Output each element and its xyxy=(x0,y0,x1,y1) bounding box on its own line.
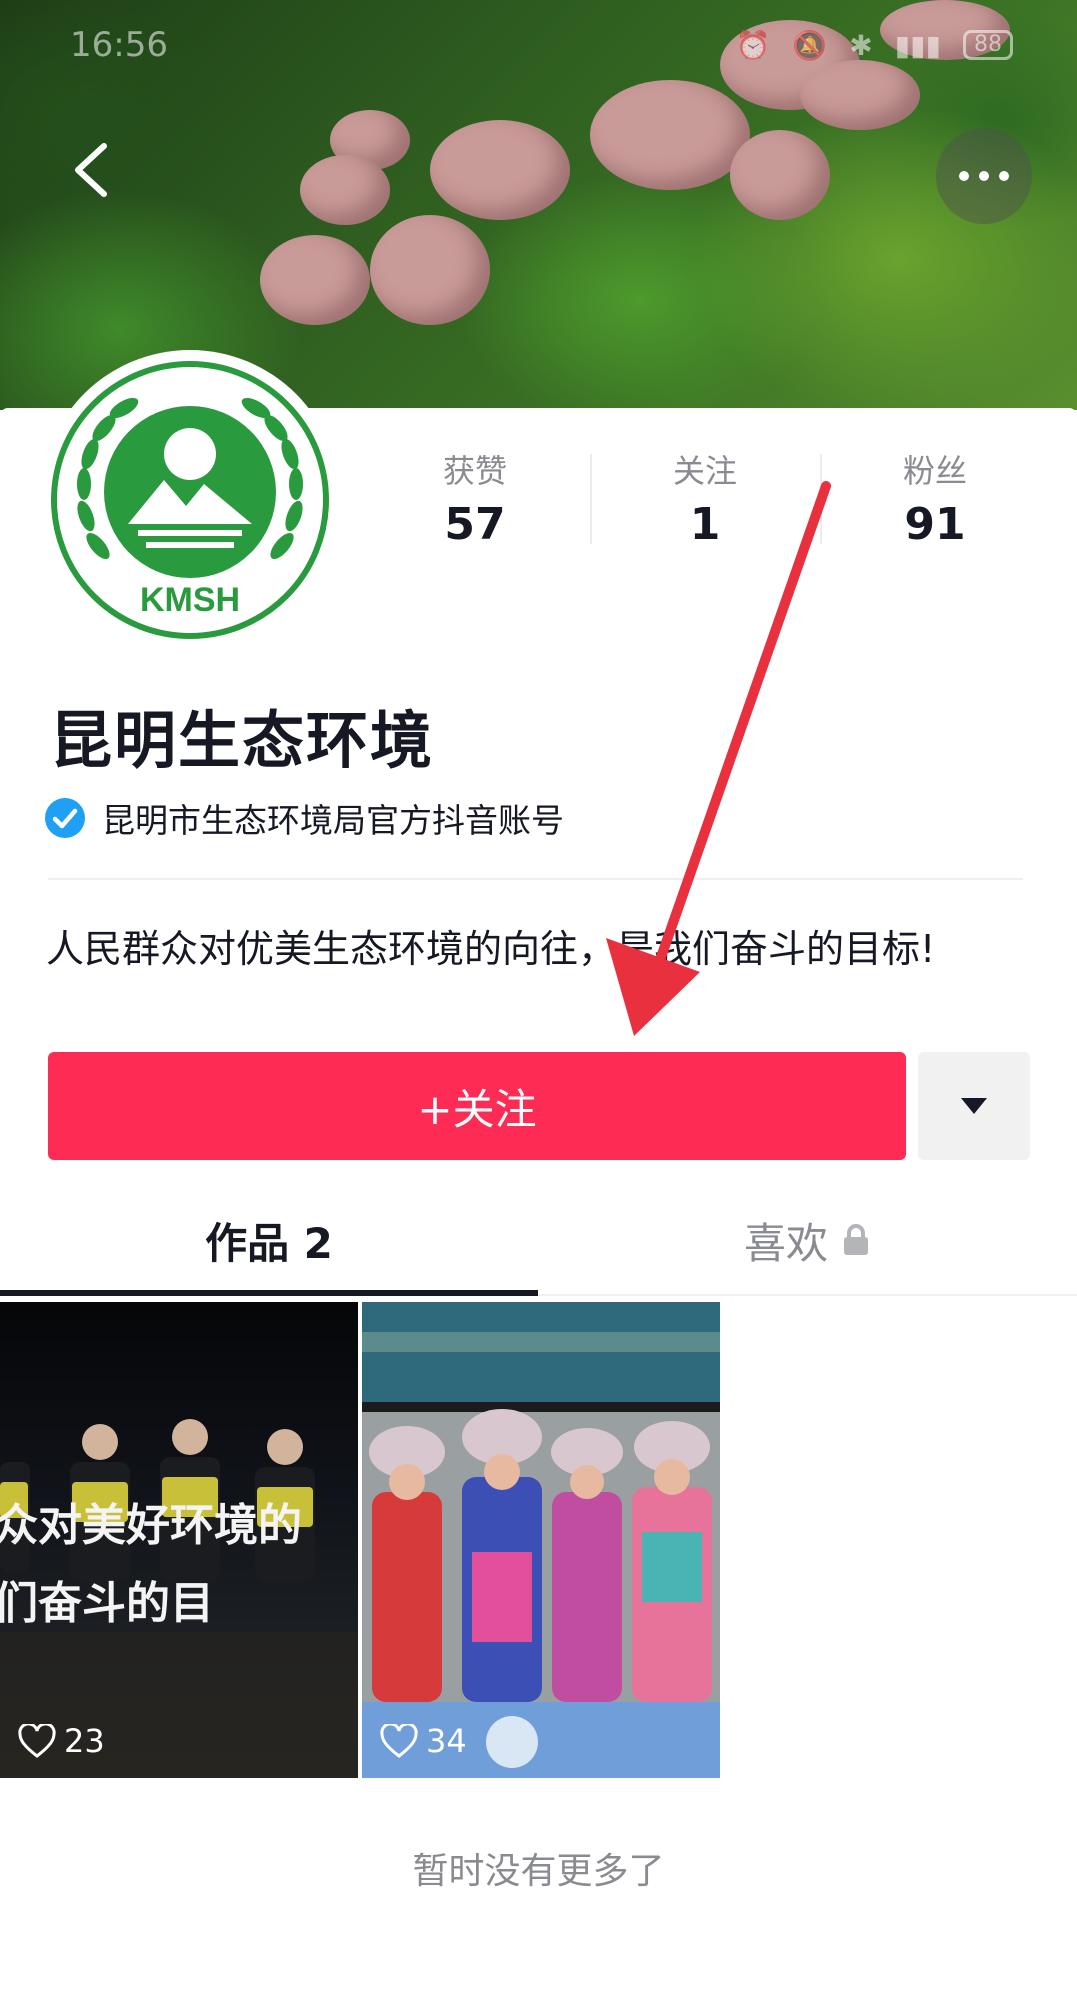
verified-check-icon xyxy=(45,798,85,838)
heart-icon xyxy=(380,1724,418,1758)
video-likes-count: 23 xyxy=(64,1722,105,1760)
video-caption: 们奋斗的目 xyxy=(0,1578,214,1629)
dot xyxy=(999,171,1009,181)
stat-label: 关注 xyxy=(672,452,737,490)
dot xyxy=(959,171,969,181)
stat-likes[interactable]: 获赞 57 xyxy=(360,448,590,558)
tab-works[interactable]: 作品 2 xyxy=(0,1186,538,1296)
video-thumbnail-image: 众对美好环境的 们奋斗的目 xyxy=(0,1419,358,1778)
elephant-shape xyxy=(730,130,830,220)
video-thumbnail[interactable]: 34 xyxy=(362,1302,720,1778)
bluetooth-icon: ✱ xyxy=(849,28,873,62)
avatar[interactable]: KMSH xyxy=(40,350,340,650)
alarm-icon: ⏰ xyxy=(735,28,771,62)
video-caption: 众对美好环境的 xyxy=(0,1500,302,1551)
kmsh-logo: KMSH xyxy=(50,360,330,640)
video-likes: 23 xyxy=(18,1722,105,1760)
stat-value: 57 xyxy=(444,499,506,550)
elephant-shape xyxy=(430,120,570,220)
no-more-text: 暂时没有更多了 xyxy=(412,1851,665,1892)
stat-value: 1 xyxy=(689,499,721,550)
profile-tabs: 作品 2 喜欢 xyxy=(0,1186,1077,1296)
signal-icon: ▮▮▮ xyxy=(894,28,941,62)
video-grid: 众对美好环境的 们奋斗的目 23 34 xyxy=(0,1302,1077,1778)
recommend-dropdown-button[interactable] xyxy=(918,1052,1030,1160)
elephant-shape xyxy=(260,235,370,325)
lock-icon xyxy=(844,1224,868,1255)
stat-followers[interactable]: 粉丝 91 xyxy=(820,448,1050,558)
video-likes-count: 34 xyxy=(426,1722,467,1760)
divider xyxy=(48,878,1023,880)
profile-name: 昆明生态环境 xyxy=(50,704,435,777)
cover-image: 16:56 ⏰ 🔕 ✱ ▮▮▮ 88 xyxy=(0,0,1077,410)
elephant-shape xyxy=(370,215,490,325)
dot xyxy=(979,171,989,181)
elephant-shape xyxy=(300,155,390,225)
verified-text: 昆明市生态环境局官方抖音账号 xyxy=(102,801,564,840)
logo-text: KMSH xyxy=(140,581,240,619)
stat-following[interactable]: 关注 1 xyxy=(590,448,820,558)
status-bar: 16:56 ⏰ 🔕 ✱ ▮▮▮ 88 xyxy=(0,0,1077,90)
tab-works-label: 作品 2 xyxy=(205,1218,333,1268)
stat-label: 粉丝 xyxy=(902,452,967,490)
status-icons: ⏰ 🔕 ✱ ▮▮▮ 88 xyxy=(736,29,1013,62)
status-time: 16:56 xyxy=(70,25,168,65)
profile-bio: 人民群众对优美生态环境的向往，是我们奋斗的目标! xyxy=(46,927,936,971)
stat-value: 91 xyxy=(904,499,966,550)
follow-button[interactable]: +关注 xyxy=(48,1052,906,1160)
stat-label: 获赞 xyxy=(442,452,507,490)
heart-icon xyxy=(18,1724,56,1758)
tab-likes-label: 喜欢 xyxy=(743,1218,828,1268)
more-options-button[interactable] xyxy=(936,128,1032,224)
video-likes: 34 xyxy=(380,1722,467,1760)
profile-stats: 获赞 57 关注 1 粉丝 91 xyxy=(360,448,1077,558)
battery-icon: 88 xyxy=(963,30,1013,60)
verified-row: 昆明市生态环境局官方抖音账号 xyxy=(44,790,564,846)
elephant-shape xyxy=(590,80,750,190)
mute-icon: 🔕 xyxy=(792,28,828,62)
tab-likes[interactable]: 喜欢 xyxy=(538,1186,1076,1294)
back-arrow-icon[interactable] xyxy=(68,140,116,200)
video-thumbnail-image xyxy=(362,1302,720,1778)
caret-down-icon xyxy=(961,1098,987,1114)
video-thumbnail[interactable]: 众对美好环境的 们奋斗的目 23 xyxy=(0,1302,358,1778)
